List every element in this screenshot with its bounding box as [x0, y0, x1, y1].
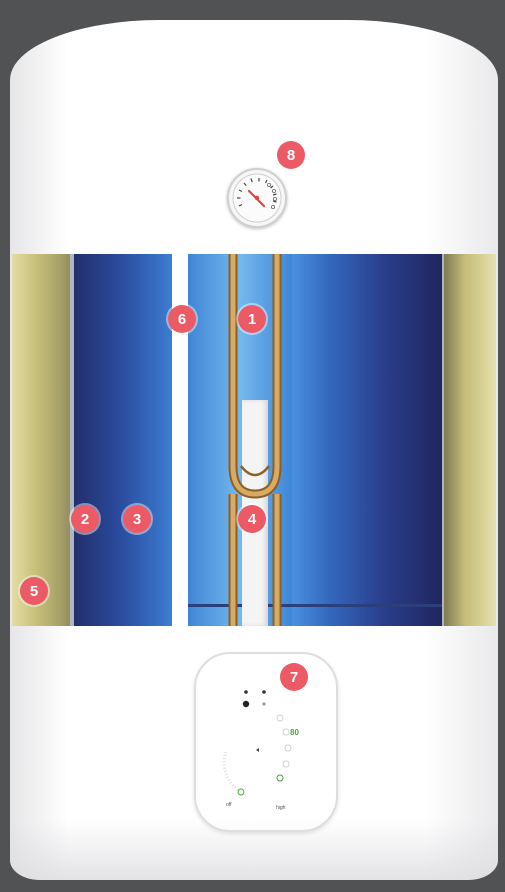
- dial-low-label: off: [226, 802, 232, 808]
- callout-4: 4: [238, 505, 266, 533]
- callout-5: 5: [20, 577, 48, 605]
- callout-1: 1: [238, 305, 266, 333]
- gauge-dial-icon: [232, 173, 282, 223]
- bottom-shading: [10, 820, 498, 880]
- callout-7: 7: [280, 663, 308, 691]
- callout-3: 3: [123, 505, 151, 533]
- callout-2: 2: [71, 505, 99, 533]
- control-panel: 80 off high: [194, 652, 338, 832]
- callout-6: 6: [168, 305, 196, 333]
- thermostat-dial-icon: [222, 690, 292, 796]
- dial-max-label: 80: [290, 728, 299, 737]
- dial-high-label: high: [276, 805, 286, 811]
- water-heater-body: 80 off high: [10, 20, 498, 880]
- callout-8: 8: [277, 141, 305, 169]
- temperature-gauge: [227, 168, 287, 228]
